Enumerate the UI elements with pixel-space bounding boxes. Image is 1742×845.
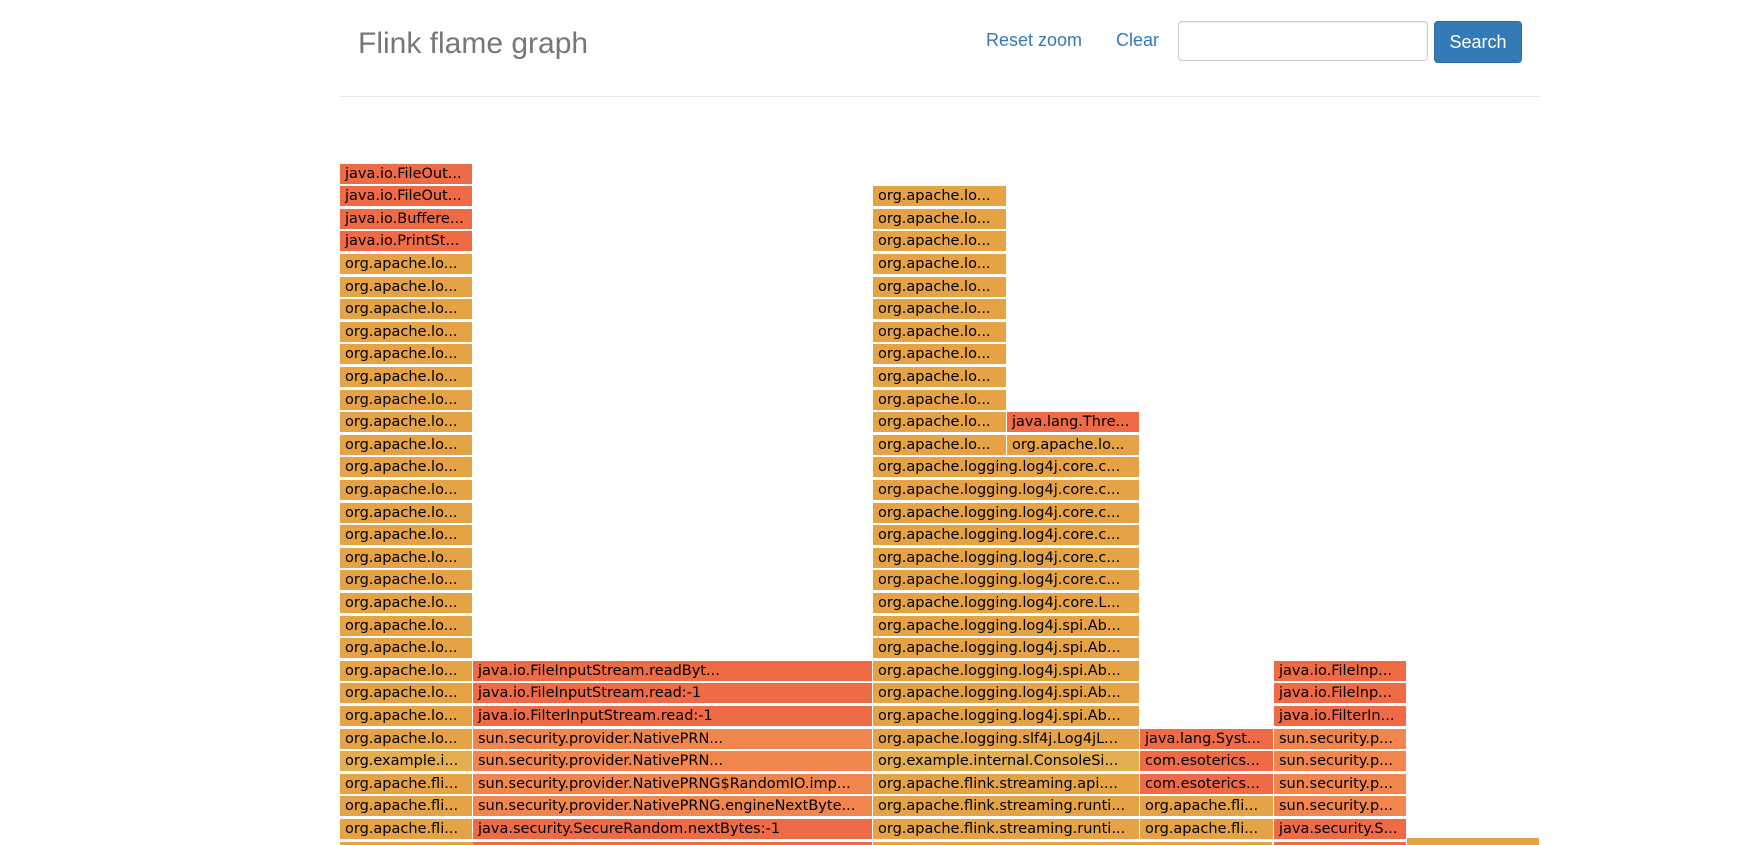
flame-frame[interactable]: org.apache.lo... [873, 434, 1007, 456]
flame-frame[interactable]: org.apache.fli... [1140, 819, 1274, 840]
flame-frame[interactable]: org.apache.lo... [873, 208, 1007, 230]
flame-frame[interactable]: sun.security.p... [1274, 751, 1407, 773]
flame-frame[interactable]: java.io.FilterIn... [1274, 706, 1407, 727]
flame-frame[interactable]: sun.security.provider.NativePRN... [473, 751, 873, 773]
flame-frame[interactable]: org.apache.lo... [873, 412, 1007, 434]
flame-frame[interactable]: org.apache.lo... [873, 276, 1007, 298]
flame-frame[interactable]: java.security.SecureRandom.nextBytes:-1 [473, 819, 873, 840]
flame-frame[interactable]: org.apache.lo... [340, 299, 473, 321]
flame-frame[interactable]: java.io.FilterInputStream.read:-1 [473, 706, 873, 727]
flame-frame[interactable]: org.apache.lo... [340, 660, 473, 682]
flame-frame[interactable]: org.apache.fli... [1140, 796, 1274, 818]
flame-graph: org.apache.fli... org.apache.fli... org.ap… [340, 0, 1540, 845]
flame-frame[interactable]: org.apache.logging.log4j.spi.Ab... [873, 683, 1140, 705]
flame-frame[interactable]: org.apache.fli... [340, 819, 473, 840]
flame-frame[interactable]: sun.security.p... [1274, 728, 1407, 750]
flame-graph-page: Flink flame graph Reset zoom Clear Searc… [0, 0, 1742, 845]
flame-frame[interactable]: org.apache.logging.log4j.spi.Ab... [873, 615, 1140, 637]
flame-frame[interactable]: java.io.FileInputStream.read:-1 [473, 683, 873, 705]
flame-frame[interactable]: org.apache.lo... [340, 344, 473, 366]
flame-frame[interactable]: org.apache.lo... [340, 706, 473, 727]
flame-frame[interactable]: java.io.PrintSt... [340, 231, 473, 253]
flame-frame[interactable]: org.apache.lo... [340, 683, 473, 705]
flame-frame[interactable]: org.apache.lo... [340, 412, 473, 434]
flame-frame[interactable]: org.apache.logging.log4j.core.c... [873, 547, 1140, 569]
flame-frame[interactable]: sun.security.p... [1274, 773, 1407, 795]
flame-frame[interactable]: org.apache.lo... [873, 299, 1007, 321]
flame-frame[interactable]: org.example.i... [340, 751, 473, 773]
flame-frame[interactable]: org.apache.flink.streaming.runti... [873, 796, 1140, 818]
flame-frame[interactable]: org.apache.lo... [873, 389, 1007, 411]
flame-frame[interactable]: org.apache.lo... [873, 321, 1007, 343]
flame-frame[interactable]: org.apache.lo... [873, 367, 1007, 388]
flame-frame[interactable]: java.io.FileInp... [1274, 660, 1407, 682]
flame-frame[interactable]: org.apache.logging.log4j.core.c... [873, 570, 1140, 592]
flame-frame[interactable]: org.apache.logging.log4j.spi.Ab... [873, 706, 1140, 727]
flame-frame[interactable]: sun.security.provider.NativePRN... [473, 728, 873, 750]
flame-frame[interactable]: org.apache.fli... [340, 773, 473, 795]
flame-frame[interactable]: org.apache.flink.streaming.api.... [873, 773, 1140, 795]
flame-frame[interactable]: org.apache.logging.log4j.spi.Ab... [873, 638, 1140, 660]
flame-frame[interactable]: org.apache.logging.log4j.core.c... [873, 502, 1140, 524]
flame-frame[interactable]: org.apache.lo... [340, 570, 473, 592]
flame-frame[interactable]: org.apache.lo... [340, 321, 473, 343]
flame-frame[interactable]: java.io.FileInputStream.readByt... [473, 660, 873, 682]
flame-frame[interactable]: sun.security.p... [1274, 796, 1407, 818]
flame-frame[interactable]: org.apache.logging.log4j.core.c... [873, 525, 1140, 547]
flame-frame[interactable]: org.apache.lo... [340, 389, 473, 411]
flame-frame[interactable]: org.apache.lo... [340, 593, 473, 614]
flame-frame[interactable]: org.apache.lo... [340, 457, 473, 479]
flame-frame[interactable]: org.apache.lo... [873, 186, 1007, 208]
flame-frame[interactable]: com.esoterics... [1140, 773, 1274, 795]
flame-frame[interactable]: org.apache.flink.streaming.runti... [873, 819, 1140, 840]
flame-frame[interactable]: java.io.FileInp... [1274, 683, 1407, 705]
flame-frame[interactable]: org.apache.logging.slf4j.Log4jL... [873, 728, 1140, 750]
flame-frame[interactable]: java.io.FileOut... [340, 163, 473, 185]
flame-frame[interactable]: org.apache.lo... [873, 254, 1007, 275]
flame-frame[interactable]: java.io.Buffere... [340, 208, 473, 230]
flame-frame[interactable]: org.apache.lo... [340, 502, 473, 524]
flame-frame[interactable]: org.apache.lo... [873, 344, 1007, 366]
flame-frame[interactable]: org.apache.logging.log4j.spi.Ab... [873, 660, 1140, 682]
flame-frame[interactable]: org.apache.logging.log4j.core.L... [873, 593, 1140, 614]
flame-frame[interactable]: java.security.S... [1274, 819, 1407, 840]
flame-frame[interactable]: org.apache.lo... [340, 276, 473, 298]
flame-frame[interactable]: java.io.FileOut... [340, 186, 473, 208]
flame-frame[interactable]: org.apache.lo... [873, 231, 1007, 253]
flame-frame[interactable]: org.apache.lo... [1007, 434, 1140, 456]
flame-frame[interactable]: org.apache.lo... [340, 367, 473, 388]
flame-frame[interactable]: org.apache.logging.log4j.core.c... [873, 480, 1140, 501]
flame-frame[interactable]: org.apache.lo... [340, 480, 473, 501]
flame-frame[interactable]: sun.security.provider.NativePRNG$RandomI… [473, 773, 873, 795]
flame-frame[interactable]: org.example.internal.ConsoleSi... [873, 751, 1140, 773]
flame-frame[interactable]: com.esoterics... [1140, 751, 1274, 773]
flame-frame[interactable]: org.apache.fli... [340, 796, 473, 818]
flame-frame[interactable]: sun.security.provider.NativePRNG.engineN… [473, 796, 873, 818]
flame-frame-partial[interactable] [1407, 838, 1539, 845]
flame-frame[interactable]: org.apache.lo... [340, 615, 473, 637]
flame-frame[interactable]: org.apache.logging.log4j.core.c... [873, 457, 1140, 479]
flame-frame[interactable]: org.apache.lo... [340, 254, 473, 275]
flame-frame[interactable]: org.apache.lo... [340, 434, 473, 456]
flame-frame[interactable]: java.lang.Syst... [1140, 728, 1274, 750]
flame-frame[interactable]: org.apache.lo... [340, 525, 473, 547]
flame-frame[interactable]: org.apache.lo... [340, 638, 473, 660]
flame-frame[interactable]: java.lang.Thre... [1007, 412, 1140, 434]
flame-frame[interactable]: org.apache.lo... [340, 547, 473, 569]
flame-frame[interactable]: org.apache.lo... [340, 728, 473, 750]
